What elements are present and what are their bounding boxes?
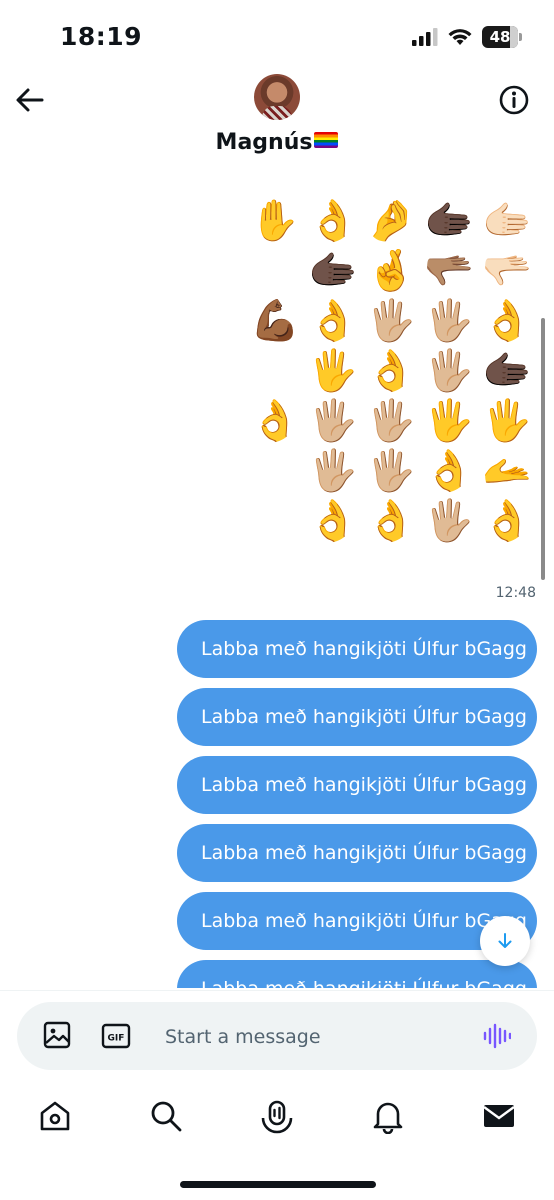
wifi-icon: [448, 29, 472, 45]
status-icons: 48: [412, 24, 522, 50]
emoji: 👌: [308, 198, 358, 244]
emoji: 👌: [250, 398, 300, 444]
message-bubble[interactable]: Labba með hangikjöti Úlfur bGagg: [177, 824, 537, 882]
emoji-row: ✋ 👌 🤌 🫱🏿 🫱🏻: [246, 196, 536, 246]
emoji: 👌: [308, 298, 358, 344]
emoji-row: 🖐🏼 🖐🏼 👌 🫴: [246, 446, 536, 496]
scrollbar[interactable]: [541, 318, 545, 580]
message-timestamp: 12:48: [495, 585, 536, 601]
emoji: 🫳🏽: [424, 248, 474, 294]
emoji: 👌: [366, 348, 416, 394]
rainbow-flag-icon: [314, 132, 339, 148]
status-bar: 18:19 48: [0, 0, 554, 70]
message-composer: GIF: [17, 1002, 537, 1070]
home-icon[interactable]: [37, 1098, 73, 1134]
emoji: 🫳🏻: [482, 248, 532, 294]
status-time: 18:19: [60, 22, 143, 51]
emoji: 🫴: [482, 448, 532, 494]
emoji: 🖐🏼: [366, 398, 416, 444]
info-icon[interactable]: [498, 84, 530, 116]
divider: [0, 990, 554, 991]
emoji: 🖐: [424, 398, 474, 444]
notifications-icon[interactable]: [370, 1098, 406, 1134]
signal-icon: [412, 28, 438, 46]
emoji-row: 🖐 👌 🖐🏼 🫱🏿: [246, 346, 536, 396]
emoji: 🖐: [308, 348, 358, 394]
emoji: 🫱🏻: [482, 198, 532, 244]
message-bubble[interactable]: Labba með hangikjöti Úlfur bGagg: [177, 620, 537, 678]
emoji-row: 👌 👌 🖐🏼 👌: [246, 496, 536, 546]
emoji-row: 👌 🖐🏼 🖐🏼 🖐 🖐: [246, 396, 536, 446]
arrow-down-icon: [498, 933, 512, 948]
scroll-to-bottom-button[interactable]: [480, 916, 530, 966]
emoji: 🫱🏿: [482, 348, 532, 394]
gif-icon: GIF: [101, 1023, 131, 1049]
emoji: 🖐🏼: [424, 348, 474, 394]
contact-name-row[interactable]: Magnús: [0, 130, 554, 155]
spaces-icon[interactable]: [259, 1098, 295, 1134]
message-input[interactable]: [163, 1016, 457, 1058]
emoji: 👌: [482, 298, 532, 344]
emoji: ✋: [250, 198, 300, 244]
emoji: 🖐🏼: [424, 498, 474, 544]
contact-name: Magnús: [215, 130, 313, 155]
search-icon[interactable]: [148, 1098, 184, 1134]
emoji-row: 🫱🏿 🤞 🫳🏽 🫳🏻: [246, 246, 536, 296]
emoji: 🫱🏿: [308, 248, 358, 294]
message-bubble[interactable]: Labba með hangikjöti Úlfur bGagg: [177, 756, 537, 814]
back-arrow-icon[interactable]: [14, 84, 46, 116]
emoji: 🖐🏼: [308, 448, 358, 494]
gif-label: GIF: [108, 1034, 125, 1044]
emoji: 🤌: [366, 198, 416, 244]
battery-indicator: 48: [482, 26, 522, 48]
emoji: 👌: [482, 498, 532, 544]
emoji: 🖐🏼: [308, 398, 358, 444]
emoji: 👌: [366, 498, 416, 544]
avatar[interactable]: [254, 74, 300, 120]
messages-icon[interactable]: [481, 1098, 517, 1134]
emoji: 🖐🏼: [366, 448, 416, 494]
message-bubble[interactable]: Labba með hangikjöti Úlfur bGagg: [177, 688, 537, 746]
emoji: 👌: [424, 448, 474, 494]
voice-message-icon[interactable]: [483, 1022, 511, 1050]
bottom-navigation: [0, 1090, 554, 1144]
emoji: 👌: [308, 498, 358, 544]
battery-level: 48: [489, 28, 511, 46]
emoji: 🖐: [482, 398, 532, 444]
emoji: 🖐🏼: [424, 298, 474, 344]
emoji-row: 💪🏾 👌 🖐🏼 🖐🏼 👌: [246, 296, 536, 346]
image-icon[interactable]: [43, 1021, 71, 1049]
conversation-header: Magnús: [0, 70, 554, 170]
emoji: 🖐🏼: [366, 298, 416, 344]
emoji: 💪🏾: [250, 298, 300, 344]
emoji-message[interactable]: ✋ 👌 🤌 🫱🏿 🫱🏻 🫱🏿 🤞 🫳🏽 🫳🏻 💪🏾 👌 🖐🏼 🖐🏼 👌 🖐 👌 🖐🏼 🫱🏿 👌 🖐🏼 🖐🏼 🖐 🖐 🖐🏼 🖐🏼 👌…: [246, 196, 536, 546]
message-bubble[interactable]: Labba með hangikjöti Úlfur bGagg: [177, 960, 537, 988]
gif-button[interactable]: GIF: [101, 1022, 131, 1050]
home-indicator: [180, 1181, 376, 1188]
emoji: 🫱🏿: [424, 198, 474, 244]
emoji: 🤞: [366, 248, 416, 294]
